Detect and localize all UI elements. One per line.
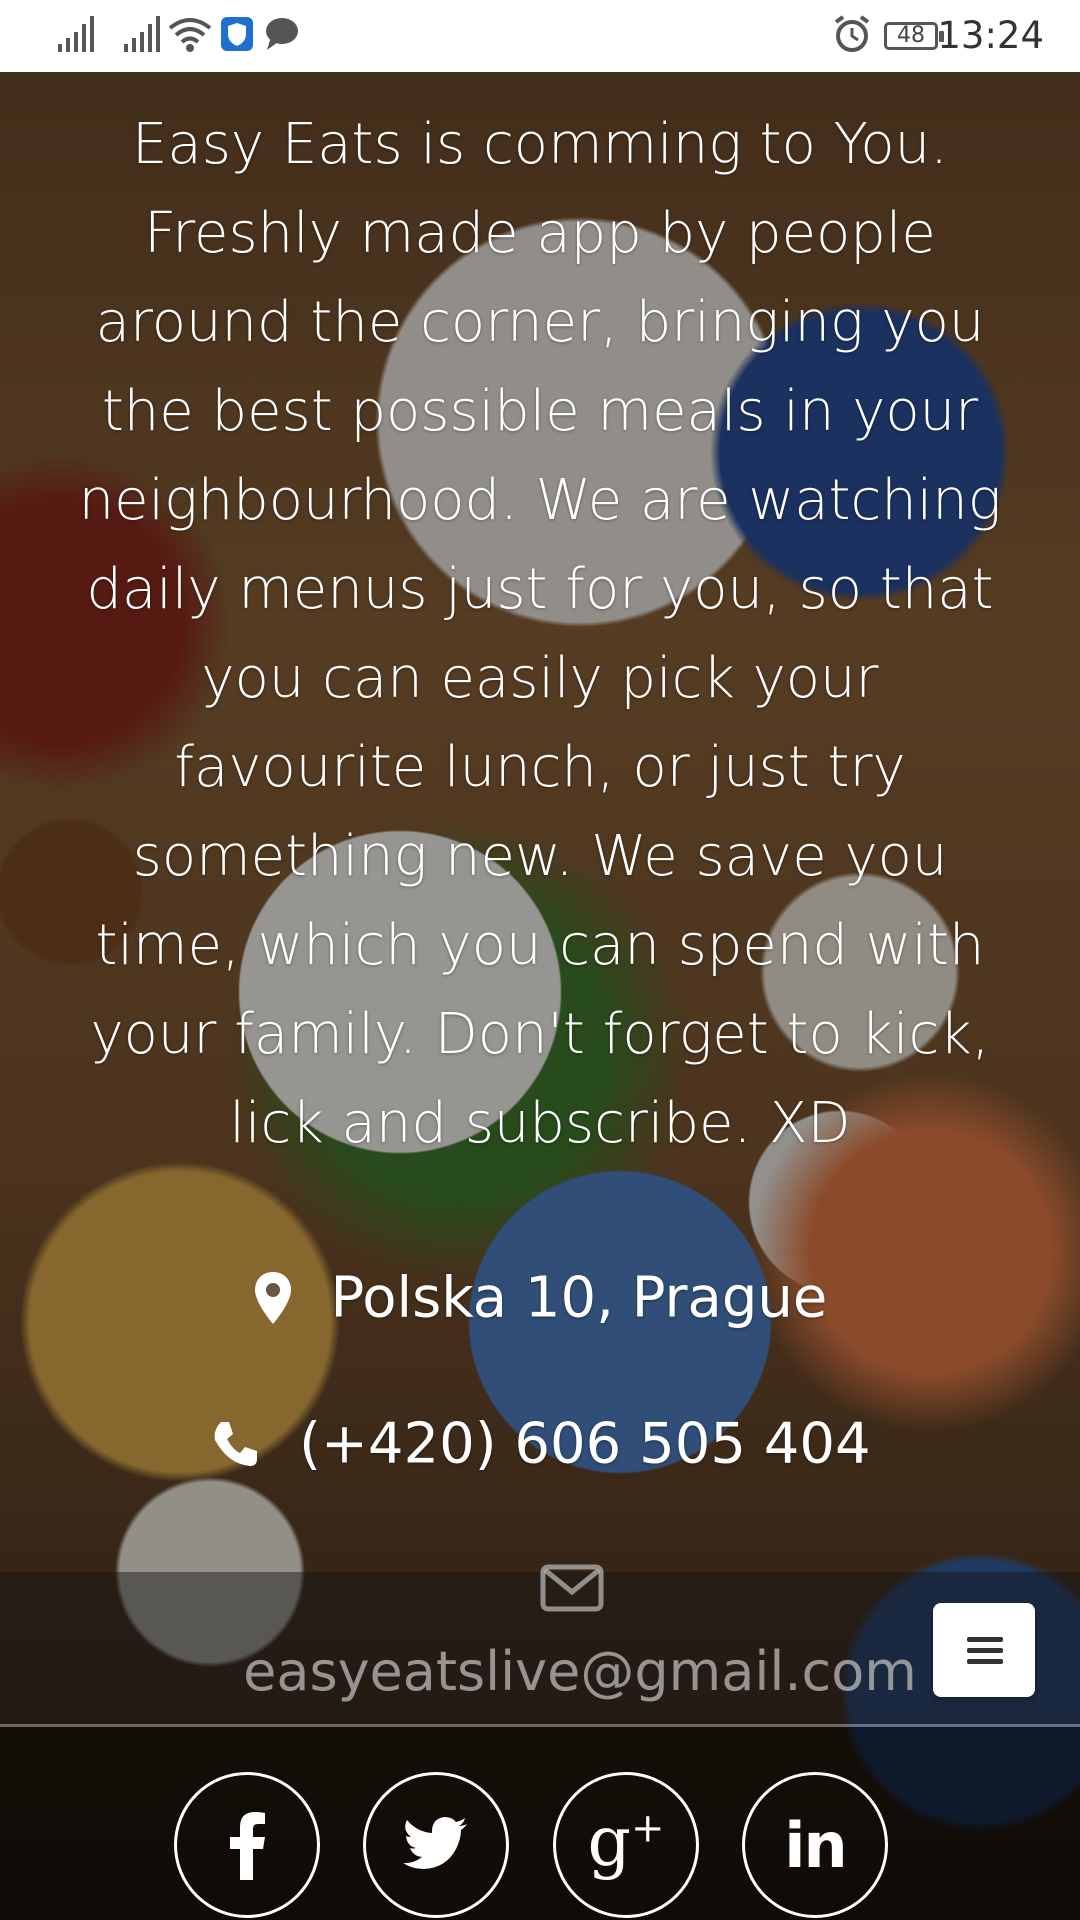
alarm-icon bbox=[834, 15, 870, 52]
menu-button[interactable] bbox=[933, 1603, 1035, 1697]
intro-text: Easy Eats is comming to You. Freshly mad… bbox=[78, 112, 1002, 1156]
google-plus-icon: g+ bbox=[587, 1802, 665, 1882]
twitter-button[interactable] bbox=[363, 1772, 509, 1918]
status-bar: 48 13:24 bbox=[0, 0, 1080, 72]
battery-icon: 48 bbox=[884, 22, 944, 50]
phone-row: (+420) 606 505 404 bbox=[0, 1408, 1080, 1476]
email-link[interactable]: easyeatslive@gmail.com bbox=[0, 1640, 1080, 1703]
shield-app-icon bbox=[221, 17, 253, 51]
signal-icon bbox=[124, 16, 160, 52]
map-marker-icon bbox=[254, 1271, 291, 1324]
phone-text[interactable]: (+420) 606 505 404 bbox=[299, 1411, 871, 1476]
envelope-icon bbox=[540, 1564, 604, 1612]
linkedin-icon: in bbox=[784, 1808, 847, 1882]
address-text: Polska 10, Prague bbox=[330, 1265, 828, 1331]
signal-icon bbox=[58, 16, 94, 52]
facebook-icon bbox=[230, 1812, 265, 1880]
wifi-icon bbox=[168, 18, 212, 52]
message-icon bbox=[266, 18, 298, 50]
twitter-icon bbox=[403, 1817, 467, 1869]
address-row: Polska 10, Prague bbox=[0, 1262, 1080, 1330]
screen: 48 13:24 Easy Eats is comming to You. Fr… bbox=[0, 0, 1080, 1920]
linkedin-button[interactable]: in bbox=[742, 1772, 888, 1918]
google-plus-button[interactable]: g+ bbox=[553, 1772, 699, 1918]
phone-icon bbox=[214, 1421, 258, 1466]
facebook-button[interactable] bbox=[174, 1772, 320, 1918]
social-bar bbox=[0, 1727, 1080, 1920]
status-time: 13:24 bbox=[937, 14, 1044, 57]
